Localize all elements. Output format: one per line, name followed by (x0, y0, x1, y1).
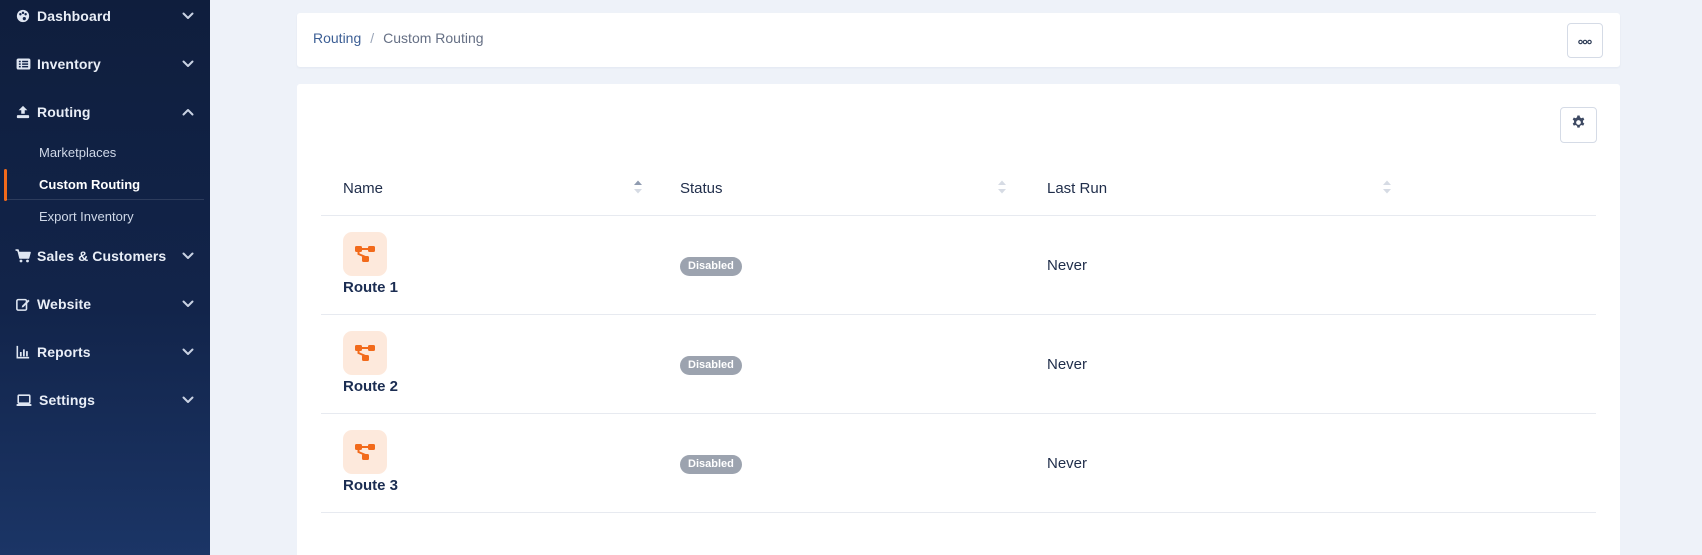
sidebar-item-settings[interactable]: Settings (0, 382, 210, 418)
sidebar-item-label: Dashboard (37, 8, 112, 24)
route-icon[interactable] (343, 232, 387, 276)
more-options-button[interactable] (1567, 23, 1603, 58)
breadcrumb-bar: Routing / Custom Routing (297, 13, 1620, 67)
sidebar-subitem-label: Custom Routing (39, 176, 141, 192)
sidebar-subitem-marketplaces[interactable]: Marketplaces (0, 137, 210, 167)
sidebar-item-label: Reports (37, 344, 91, 360)
cart-icon (15, 248, 31, 264)
breadcrumb: Routing / Custom Routing (313, 30, 484, 46)
column-header-status[interactable]: Status (680, 180, 723, 197)
chevron-down-icon (182, 346, 194, 358)
sidebar-item-label: Routing (37, 104, 91, 120)
sort-icon[interactable] (633, 178, 643, 196)
sidebar-item-label: Website (37, 296, 92, 312)
sidebar-subitem-label: Export Inventory (39, 208, 134, 224)
last-run-value: Never (1047, 257, 1088, 274)
sort-icon[interactable] (997, 178, 1007, 196)
palette-icon (15, 8, 31, 24)
sidebar-item-routing[interactable]: Routing (0, 94, 210, 130)
sidebar-item-reports[interactable]: Reports (0, 334, 210, 370)
sidebar-item-sales-customers[interactable]: Sales & Customers (0, 238, 210, 274)
table-row[interactable]: Route 3 Disabled Never (321, 414, 1596, 513)
column-header-name[interactable]: Name (343, 180, 383, 197)
sidebar-item-label: Settings (39, 392, 96, 408)
last-run-value: Never (1047, 455, 1088, 472)
breadcrumb-current: Custom Routing (383, 30, 484, 46)
table-header: Name Status Last Run (321, 164, 1596, 216)
sidebar-item-label: Sales & Customers (37, 248, 167, 264)
chart-icon (15, 344, 31, 360)
route-name[interactable]: Route 2 (343, 378, 398, 395)
sidebar: Dashboard Inventory Routing Marketplaces… (0, 0, 210, 555)
route-icon[interactable] (343, 430, 387, 474)
column-header-last-run[interactable]: Last Run (1047, 180, 1107, 197)
more-horizontal-icon (1578, 32, 1592, 50)
upload-icon (15, 104, 31, 120)
sidebar-subitem-custom-routing[interactable]: Custom Routing (0, 169, 210, 201)
sidebar-item-dashboard[interactable]: Dashboard (0, 0, 210, 34)
table-row[interactable]: Route 2 Disabled Never (321, 315, 1596, 414)
divider (6, 199, 204, 200)
sidebar-item-inventory[interactable]: Inventory (0, 46, 210, 82)
chevron-down-icon (182, 10, 194, 22)
chevron-down-icon (182, 298, 194, 310)
route-name[interactable]: Route 3 (343, 477, 398, 494)
sidebar-item-website[interactable]: Website (0, 286, 210, 322)
routes-card: Name Status Last Run Route 1 Disabled Ne… (297, 84, 1620, 555)
list-icon (15, 56, 31, 72)
last-run-value: Never (1047, 356, 1088, 373)
status-badge: Disabled (680, 257, 742, 276)
edit-icon (15, 296, 31, 312)
chevron-down-icon (182, 58, 194, 70)
sidebar-subitem-export-inventory[interactable]: Export Inventory (0, 201, 210, 231)
laptop-icon (16, 392, 32, 408)
sidebar-item-label: Inventory (37, 56, 101, 72)
active-indicator (4, 169, 7, 201)
table-row[interactable]: Route 1 Disabled Never (321, 216, 1596, 315)
breadcrumb-link-routing[interactable]: Routing (313, 30, 361, 46)
sort-icon[interactable] (1382, 178, 1392, 196)
status-badge: Disabled (680, 356, 742, 375)
breadcrumb-separator: / (370, 30, 375, 46)
table-settings-button[interactable] (1560, 107, 1597, 143)
routes-table: Name Status Last Run Route 1 Disabled Ne… (321, 164, 1596, 513)
gear-icon (1571, 115, 1586, 135)
chevron-down-icon (182, 250, 194, 262)
chevron-up-icon (182, 106, 194, 118)
chevron-down-icon (182, 394, 194, 406)
status-badge: Disabled (680, 455, 742, 474)
sidebar-subitem-label: Marketplaces (39, 144, 117, 160)
route-name[interactable]: Route 1 (343, 279, 398, 296)
route-icon[interactable] (343, 331, 387, 375)
